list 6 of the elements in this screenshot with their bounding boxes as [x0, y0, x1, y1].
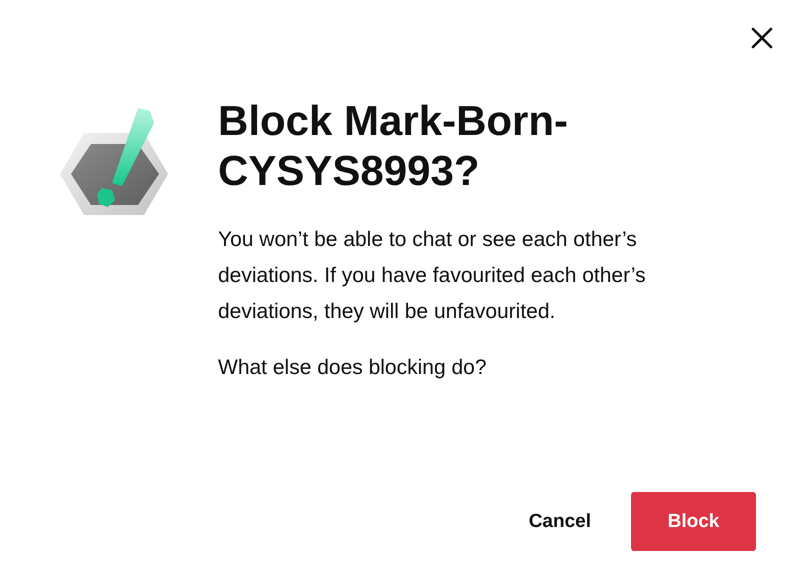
help-link[interactable]: What else does blocking do? — [218, 356, 486, 380]
close-icon[interactable] — [750, 26, 774, 50]
dialog-title: Block Mark-Born-CYSYS8993? — [218, 96, 570, 196]
dialog-message: You won’t be able to chat or see each other’s deviations. If you have favourited each other’s deviations, they will be unfavourited. — [218, 227, 647, 325]
block-button[interactable]: Block — [631, 492, 756, 551]
cancel-button[interactable]: Cancel — [528, 492, 591, 551]
